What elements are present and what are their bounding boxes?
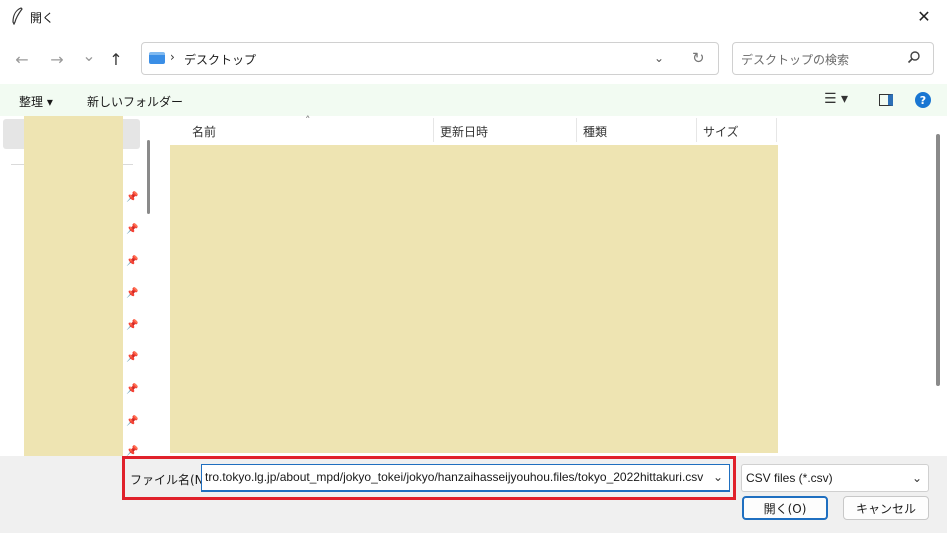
pin-icon: 📌 [126, 288, 139, 299]
organize-menu[interactable]: 整理 ▾ [19, 93, 53, 110]
chevron-down-icon[interactable]: ⌄ [713, 470, 723, 484]
help-icon[interactable]: ? [915, 92, 931, 108]
column-header-modified[interactable]: 更新日時 [440, 116, 488, 144]
new-folder-button[interactable]: 新しいフォルダー [87, 93, 183, 110]
recent-locations-button[interactable]: ⌄ [77, 44, 101, 66]
chevron-down-icon: ⌄ [82, 45, 96, 65]
pin-icon: 📌 [126, 320, 139, 331]
sort-ascending-icon: ˄ [305, 114, 311, 127]
pin-icon: 📌 [126, 224, 139, 235]
close-button[interactable]: ✕ [901, 0, 947, 32]
arrow-right-icon: → [50, 49, 64, 69]
column-separator[interactable] [776, 118, 777, 142]
nav-pane-scrollbar[interactable] [147, 140, 150, 214]
filetype-select[interactable]: CSV files (*.csv) ⌄ [741, 464, 929, 492]
desktop-folder-icon [149, 52, 165, 64]
arrow-up-icon: ↑ [109, 49, 123, 69]
search-box[interactable]: デスクトップの検索 [732, 42, 934, 75]
refresh-icon[interactable]: ↻ [692, 49, 705, 67]
feather-icon [10, 7, 26, 26]
filetype-value: CSV files (*.csv) [746, 471, 833, 485]
pin-icon: 📌 [126, 256, 139, 267]
pin-icon: 📌 [126, 384, 139, 395]
command-bar: 整理 ▾ 新しいフォルダー ☰ ▾ ? [0, 84, 947, 116]
column-header-size[interactable]: サイズ [703, 116, 739, 144]
file-list-area: ˄ 名前 更新日時 種類 サイズ [155, 114, 933, 456]
title-bar: 開く ✕ [0, 0, 947, 32]
preview-pane-icon[interactable] [879, 94, 893, 106]
column-header-type[interactable]: 種類 [583, 116, 607, 144]
back-button[interactable]: ← [10, 48, 34, 70]
close-icon: ✕ [917, 6, 931, 26]
up-button[interactable]: ↑ [104, 48, 128, 70]
window-title: 開く [30, 11, 55, 25]
arrow-left-icon: ← [15, 49, 29, 69]
column-separator[interactable] [696, 118, 697, 142]
open-button[interactable]: 開く(O) [742, 496, 828, 520]
file-list-scrollbar[interactable] [936, 134, 940, 386]
column-separator[interactable] [576, 118, 577, 142]
redacted-file-list [170, 145, 778, 453]
column-header-name[interactable]: 名前 [192, 116, 216, 144]
cancel-button[interactable]: キャンセル [843, 496, 929, 520]
pin-icon: 📌 [126, 352, 139, 363]
address-bar[interactable]: › デスクトップ ⌄ ↻ [141, 42, 719, 75]
breadcrumb-desktop[interactable]: デスクトップ [184, 51, 256, 68]
pin-icon: 📌 [126, 416, 139, 427]
redacted-navigation-items [24, 116, 123, 466]
view-options-icon[interactable]: ☰ ▾ [824, 91, 848, 107]
breadcrumb-separator: › [170, 50, 175, 64]
column-separator[interactable] [433, 118, 434, 142]
filename-input[interactable]: tro.tokyo.lg.jp/about_mpd/jokyo_tokei/jo… [201, 464, 730, 492]
pin-icon: 📌 [126, 192, 139, 203]
chevron-down-icon[interactable]: ⌄ [654, 51, 664, 65]
chevron-down-icon: ⌄ [911, 471, 922, 485]
search-input[interactable]: デスクトップの検索 [741, 51, 849, 68]
navigation-bar: ← → ⌄ ↑ › デスクトップ ⌄ ↻ デスクトップの検索 [0, 32, 947, 84]
search-icon[interactable] [907, 50, 921, 68]
forward-button[interactable]: → [45, 48, 69, 70]
